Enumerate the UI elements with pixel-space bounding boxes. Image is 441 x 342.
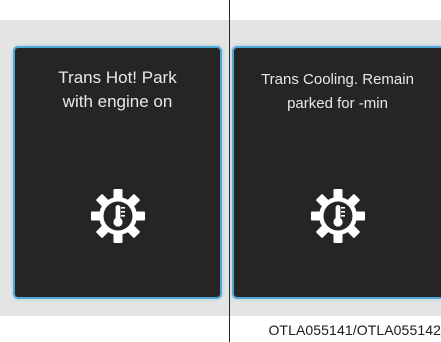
figure-caption: OTLA055141/OTLA055142 xyxy=(264,322,441,338)
message-line-2: parked for -min xyxy=(287,95,388,112)
cluster-display-trans-cooling: Trans Cooling. Remain parked for -min xyxy=(232,46,441,299)
warning-message: Trans Hot! Park with engine on xyxy=(15,66,220,114)
message-line-1: Trans Hot! Park xyxy=(58,68,177,87)
transmission-temperature-icon xyxy=(90,189,145,243)
transmission-temperature-icon xyxy=(310,189,365,243)
panel-divider xyxy=(229,0,230,342)
cluster-display-trans-hot: Trans Hot! Park with engine on xyxy=(13,46,222,299)
warning-message: Trans Cooling. Remain parked for -min xyxy=(234,68,441,116)
message-line-2: with engine on xyxy=(62,92,173,111)
message-line-1: Trans Cooling. Remain xyxy=(261,71,414,88)
